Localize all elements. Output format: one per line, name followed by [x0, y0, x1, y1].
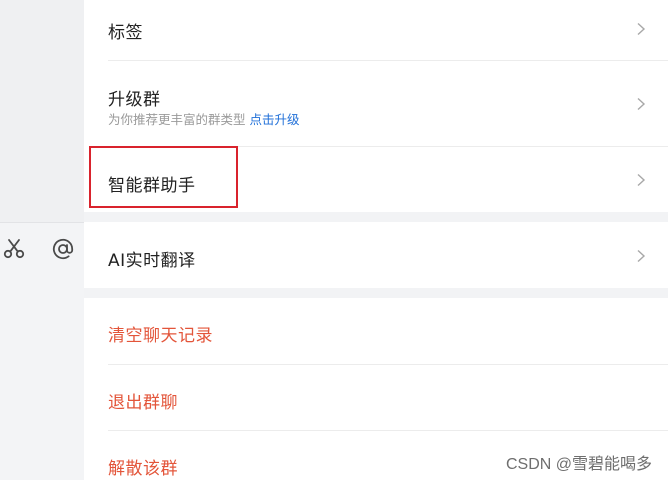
scissors-icon[interactable] [2, 237, 26, 261]
settings-item-label: AI实时翻译 [108, 251, 196, 271]
app-window: 标签 升级群 为你推荐更丰富的群类型 点击升级 智能群助手 AI实时翻译 清空聊… [0, 0, 668, 480]
settings-item-upgrade-group[interactable]: 升级群 为你推荐更丰富的群类型 点击升级 [108, 61, 668, 147]
danger-item-label: 清空聊天记录 [108, 326, 213, 346]
chevron-right-icon [636, 173, 646, 187]
group-settings-panel: 标签 升级群 为你推荐更丰富的群类型 点击升级 智能群助手 AI实时翻译 清空聊… [84, 0, 668, 480]
settings-item-label: 智能群助手 [108, 176, 196, 196]
settings-item-description: 为你推荐更丰富的群类型 点击升级 [108, 109, 300, 128]
settings-item-smart-assistant[interactable]: 智能群助手 [108, 147, 668, 212]
danger-item-label: 退出群聊 [108, 393, 178, 413]
chevron-right-icon [636, 22, 646, 36]
settings-item-tags[interactable]: 标签 [108, 0, 668, 61]
upgrade-link[interactable]: 点击升级 [250, 112, 300, 127]
quit-group-button[interactable]: 退出群聊 [108, 365, 668, 431]
settings-item-label: 升级群 [108, 90, 161, 110]
at-icon[interactable] [51, 237, 75, 261]
chevron-right-icon [636, 249, 646, 263]
chat-input-toolbar [0, 222, 84, 480]
clear-chat-history-button[interactable]: 清空聊天记录 [108, 298, 668, 365]
section-divider [84, 212, 668, 222]
watermark: CSDN @雪碧能喝多 [505, 456, 652, 473]
settings-item-label: 标签 [108, 23, 143, 43]
upgrade-description-text: 为你推荐更丰富的群类型 [108, 112, 246, 127]
danger-item-label: 解散该群 [108, 459, 178, 479]
chat-panel [0, 0, 84, 480]
chevron-right-icon [636, 97, 646, 111]
settings-item-ai-translate[interactable]: AI实时翻译 [108, 222, 668, 288]
section-divider [84, 288, 668, 298]
